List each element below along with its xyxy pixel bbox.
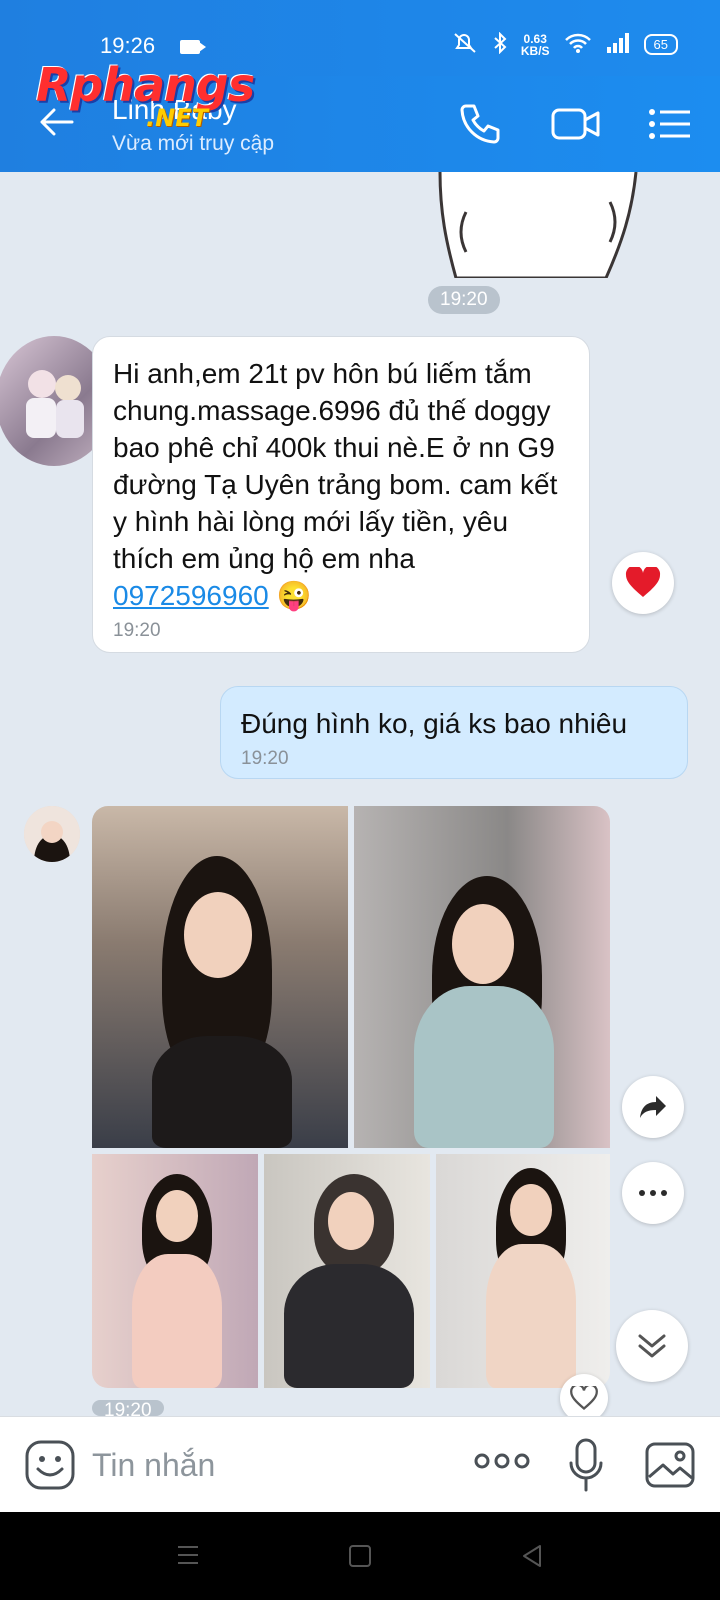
video-call-button[interactable]	[550, 100, 600, 148]
message-input[interactable]: Tin nhắn	[92, 1447, 215, 1484]
contact-avatar-small[interactable]	[24, 806, 80, 862]
menu-list-icon	[649, 109, 690, 139]
album-photo-3[interactable]	[92, 1154, 258, 1388]
photo-album	[92, 806, 610, 1388]
share-icon	[640, 1096, 666, 1118]
scroll-to-bottom-button[interactable]	[616, 1310, 688, 1382]
net-speed: 0.63 KB/S	[520, 31, 550, 58]
gallery-button[interactable]	[644, 1439, 696, 1491]
system-back-button[interactable]	[520, 1544, 544, 1573]
recents-button[interactable]	[176, 1544, 200, 1571]
signal-icon	[606, 32, 630, 57]
home-square-icon	[349, 1545, 371, 1567]
more-dots-icon	[474, 1453, 530, 1469]
album-photo-2[interactable]	[354, 806, 610, 1148]
album-photo-4[interactable]	[264, 1154, 430, 1388]
more-icon	[639, 1190, 667, 1196]
album-photo-5[interactable]	[436, 1154, 610, 1388]
call-button[interactable]	[456, 100, 504, 148]
menu-button[interactable]	[648, 100, 696, 148]
voice-button[interactable]	[568, 1437, 604, 1493]
outgoing-message-bubble[interactable]: Đúng hình ko, giá ks bao nhiêu 19:20	[220, 686, 688, 779]
contact-status: Vừa mới truy cập	[112, 132, 275, 155]
video-call-icon	[551, 108, 600, 140]
system-nav-bar	[0, 1512, 720, 1600]
home-button[interactable]	[348, 1544, 372, 1573]
more-features-button[interactable]	[474, 1451, 530, 1479]
reaction-button[interactable]	[612, 552, 674, 614]
message-input-bar: Tin nhắn	[0, 1416, 720, 1512]
album-photo-1[interactable]	[92, 806, 348, 1148]
timestamp-pill: 19:20	[428, 286, 500, 314]
mute-icon	[453, 32, 479, 57]
message-time: 19:20	[241, 748, 289, 769]
status-icons: 0.63 KB/S 65	[453, 31, 678, 58]
heart-icon	[625, 567, 661, 597]
message-time: 19:20	[113, 620, 161, 641]
screen-record-icon	[180, 40, 206, 54]
status-time: 19:26	[100, 33, 156, 58]
phone-icon	[460, 104, 500, 144]
timestamp-pill-partial: 19:20	[92, 1400, 164, 1416]
emoji-icon	[25, 1440, 75, 1490]
more-options-button[interactable]	[622, 1162, 684, 1224]
menu-icon	[178, 1546, 198, 1564]
gallery-icon	[645, 1442, 695, 1488]
wifi-icon	[564, 32, 592, 57]
incoming-message-bubble[interactable]: Hi anh,em 21t pv hôn bú liếm tắm chung.m…	[92, 336, 590, 653]
outgoing-message-text: Đúng hình ko, giá ks bao nhiêu	[241, 708, 628, 739]
wink-emoji: 😜	[276, 580, 312, 611]
back-triangle-icon	[523, 1545, 541, 1567]
battery-indicator: 65	[643, 34, 678, 55]
phone-link[interactable]: 0972596960	[113, 580, 269, 611]
watermark-logo-net: .NET	[146, 104, 208, 132]
heart-outline-icon	[570, 1386, 598, 1410]
share-button[interactable]	[622, 1076, 684, 1138]
react-photo-button[interactable]	[560, 1374, 608, 1422]
bluetooth-icon	[493, 31, 507, 57]
scroll-down-icon	[638, 1334, 666, 1358]
incoming-message-text: Hi anh,em 21t pv hôn bú liếm tắm chung.m…	[113, 358, 558, 611]
microphone-icon	[569, 1438, 603, 1492]
sticker-message[interactable]	[426, 172, 646, 278]
emoji-button[interactable]	[24, 1439, 76, 1491]
